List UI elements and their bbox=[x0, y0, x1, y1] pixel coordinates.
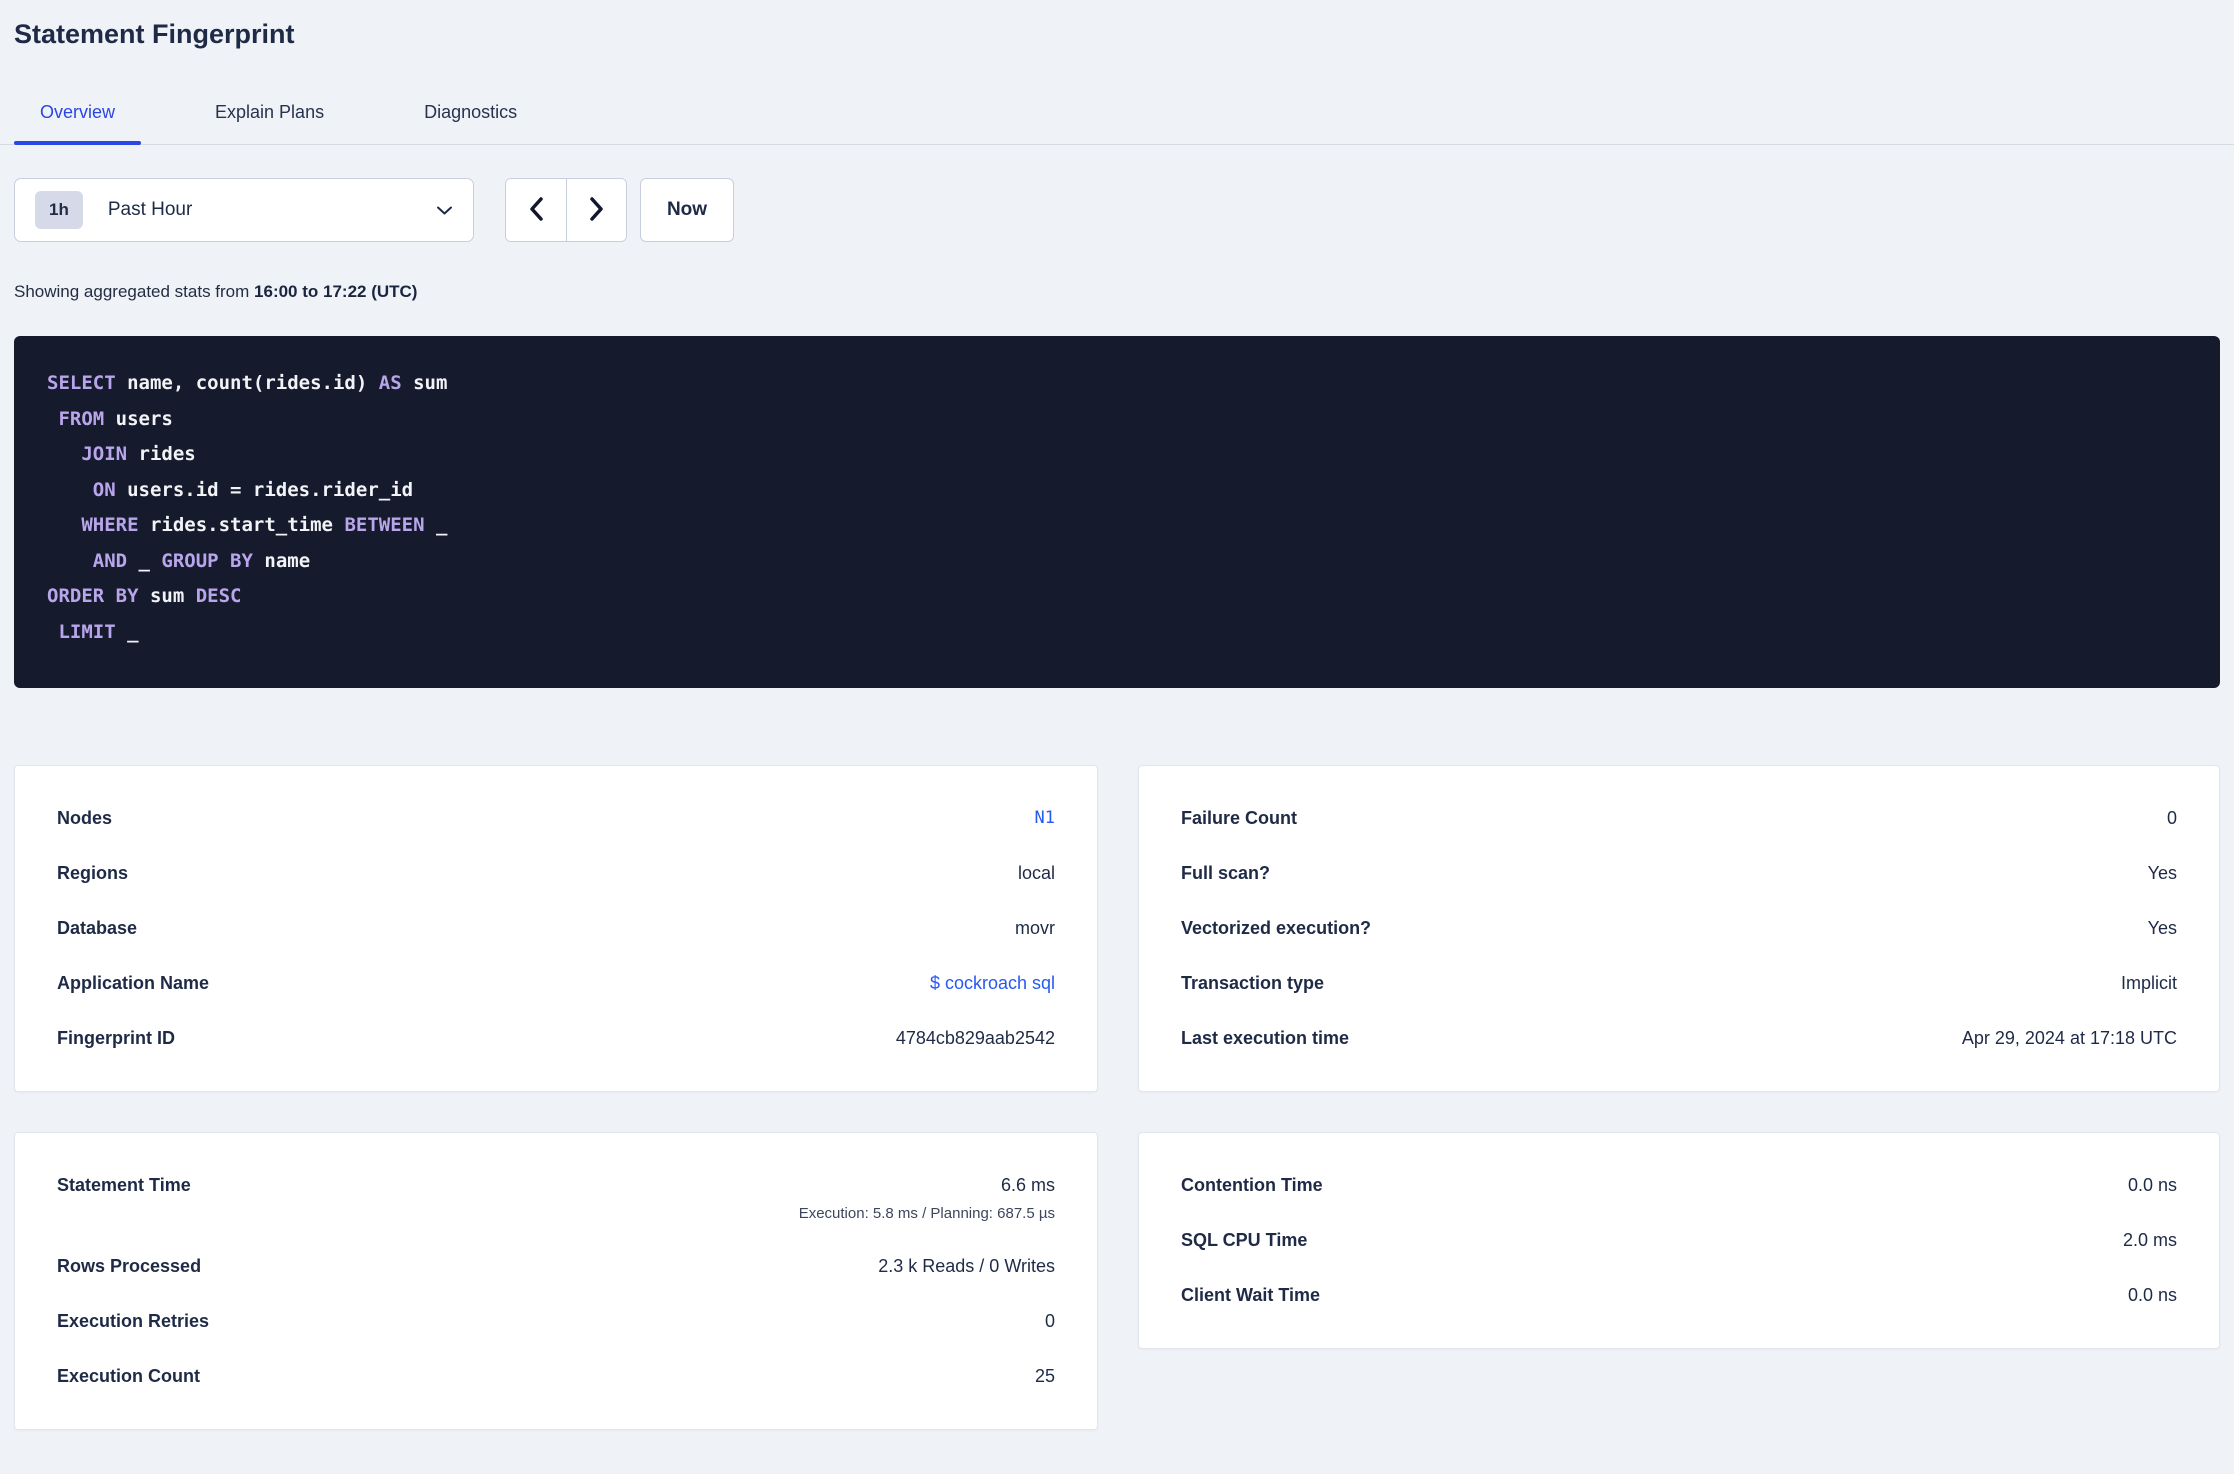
client-wait-time-value: 0.0 ns bbox=[2127, 1285, 2177, 1305]
statement-time-row: Statement Time 6.6 ms Execution: 5.8 ms … bbox=[57, 1158, 1055, 1239]
time-range-badge: 1h bbox=[35, 191, 83, 229]
row-label: SQL CPU Time bbox=[1181, 1230, 1308, 1250]
row-label: Execution Count bbox=[57, 1366, 200, 1386]
page-title: Statement Fingerprint bbox=[14, 19, 295, 49]
last-execution-time-row: Last execution time Apr 29, 2024 at 17:1… bbox=[1181, 1011, 2177, 1066]
nodes-link[interactable]: N1 bbox=[1035, 807, 1055, 830]
row-label: Nodes bbox=[57, 808, 113, 828]
vectorized-execution-value: Yes bbox=[2147, 918, 2177, 938]
row-label: Regions bbox=[57, 863, 129, 883]
row-label: Rows Processed bbox=[57, 1256, 202, 1276]
sql-code: SELECT name, count(rides.id) AS sum FROM… bbox=[47, 372, 448, 643]
row-label: Application Name bbox=[57, 973, 210, 993]
sql-cpu-time-value: 2.0 ms bbox=[2122, 1230, 2177, 1250]
row-label: Execution Retries bbox=[57, 1311, 210, 1331]
row-label: Contention Time bbox=[1181, 1175, 1323, 1195]
transaction-type-row: Transaction type Implicit bbox=[1181, 956, 2177, 1011]
overview-card-right: Failure Count 0 Full scan? Yes Vectorize… bbox=[1138, 765, 2220, 1092]
tab-overview[interactable]: Overview bbox=[14, 88, 142, 145]
contention-time-value: 0.0 ns bbox=[2127, 1175, 2177, 1195]
statement-time-value: 6.6 ms bbox=[1000, 1175, 1055, 1195]
failure-count-row: Failure Count 0 bbox=[1181, 791, 2177, 846]
row-label: Statement Time bbox=[57, 1175, 191, 1195]
overview-card-left: Nodes N1 Regions local Database movr App… bbox=[14, 765, 1098, 1092]
row-label: Failure Count bbox=[1181, 808, 1297, 828]
time-picker: 1h Past Hour Now bbox=[14, 178, 2220, 242]
fingerprint-id-value: 4784cb829aab2542 bbox=[895, 1028, 1055, 1048]
tab-bar: Overview Explain Plans Diagnostics bbox=[0, 88, 2234, 145]
application-name-link[interactable]: $ cockroach sql bbox=[930, 972, 1055, 995]
regions-value: local bbox=[1017, 863, 1055, 883]
transaction-type-value: Implicit bbox=[2120, 973, 2177, 993]
rows-processed-row: Rows Processed 2.3 k Reads / 0 Writes bbox=[57, 1239, 1055, 1294]
row-label: Vectorized execution? bbox=[1181, 918, 1372, 938]
database-row: Database movr bbox=[57, 901, 1055, 956]
row-label: Database bbox=[57, 918, 138, 938]
row-label: Transaction type bbox=[1181, 973, 1325, 993]
client-wait-time-row: Client Wait Time 0.0 ns bbox=[1181, 1268, 2177, 1323]
previous-range-button[interactable] bbox=[506, 179, 566, 241]
tab-explain-plans[interactable]: Explain Plans bbox=[189, 88, 350, 144]
aggregated-stats-caption: Showing aggregated stats from 16:00 to 1… bbox=[14, 282, 2220, 302]
chevron-left-icon bbox=[528, 196, 544, 225]
stats-card-left: Statement Time 6.6 ms Execution: 5.8 ms … bbox=[14, 1132, 1098, 1430]
time-range-label: Past Hour bbox=[107, 199, 193, 220]
caption-prefix: Showing aggregated stats from bbox=[14, 282, 255, 301]
fingerprint-id-row: Fingerprint ID 4784cb829aab2542 bbox=[57, 1011, 1055, 1066]
statement-time-breakdown: Execution: 5.8 ms / Planning: 687.5 µs bbox=[798, 1205, 1055, 1222]
regions-row: Regions local bbox=[57, 846, 1055, 901]
execution-retries-row: Execution Retries 0 bbox=[57, 1294, 1055, 1349]
time-range-arrows bbox=[505, 178, 627, 242]
stats-card-right: Contention Time 0.0 ns SQL CPU Time 2.0 … bbox=[1138, 1132, 2220, 1349]
time-range-dropdown[interactable]: 1h Past Hour bbox=[14, 178, 474, 242]
sql-statement-box: SELECT name, count(rides.id) AS sum FROM… bbox=[14, 336, 2220, 688]
database-value: movr bbox=[1015, 918, 1055, 938]
execution-retries-value: 0 bbox=[1044, 1311, 1055, 1331]
now-button[interactable]: Now bbox=[640, 178, 734, 242]
row-label: Last execution time bbox=[1181, 1028, 1350, 1048]
application-name-row: Application Name $ cockroach sql bbox=[57, 956, 1055, 1011]
execution-count-value: 25 bbox=[1034, 1366, 1055, 1386]
nodes-row: Nodes N1 bbox=[57, 791, 1055, 846]
contention-time-row: Contention Time 0.0 ns bbox=[1181, 1158, 2177, 1213]
rows-processed-value: 2.3 k Reads / 0 Writes bbox=[878, 1256, 1055, 1276]
next-range-button[interactable] bbox=[566, 179, 626, 241]
failure-count-value: 0 bbox=[2166, 808, 2177, 828]
execution-count-row: Execution Count 25 bbox=[57, 1349, 1055, 1404]
row-label: Client Wait Time bbox=[1181, 1285, 1321, 1305]
sql-cpu-time-row: SQL CPU Time 2.0 ms bbox=[1181, 1213, 2177, 1268]
row-label: Full scan? bbox=[1181, 863, 1271, 883]
chevron-right-icon bbox=[589, 196, 605, 225]
full-scan-row: Full scan? Yes bbox=[1181, 846, 2177, 901]
row-label: Fingerprint ID bbox=[57, 1028, 175, 1048]
full-scan-value: Yes bbox=[2147, 863, 2177, 883]
chevron-down-icon bbox=[436, 205, 453, 216]
last-execution-time-value: Apr 29, 2024 at 17:18 UTC bbox=[1961, 1028, 2177, 1048]
caption-range: 16:00 to 17:22 (UTC) bbox=[254, 282, 418, 301]
vectorized-execution-row: Vectorized execution? Yes bbox=[1181, 901, 2177, 956]
tab-diagnostics[interactable]: Diagnostics bbox=[398, 88, 543, 144]
